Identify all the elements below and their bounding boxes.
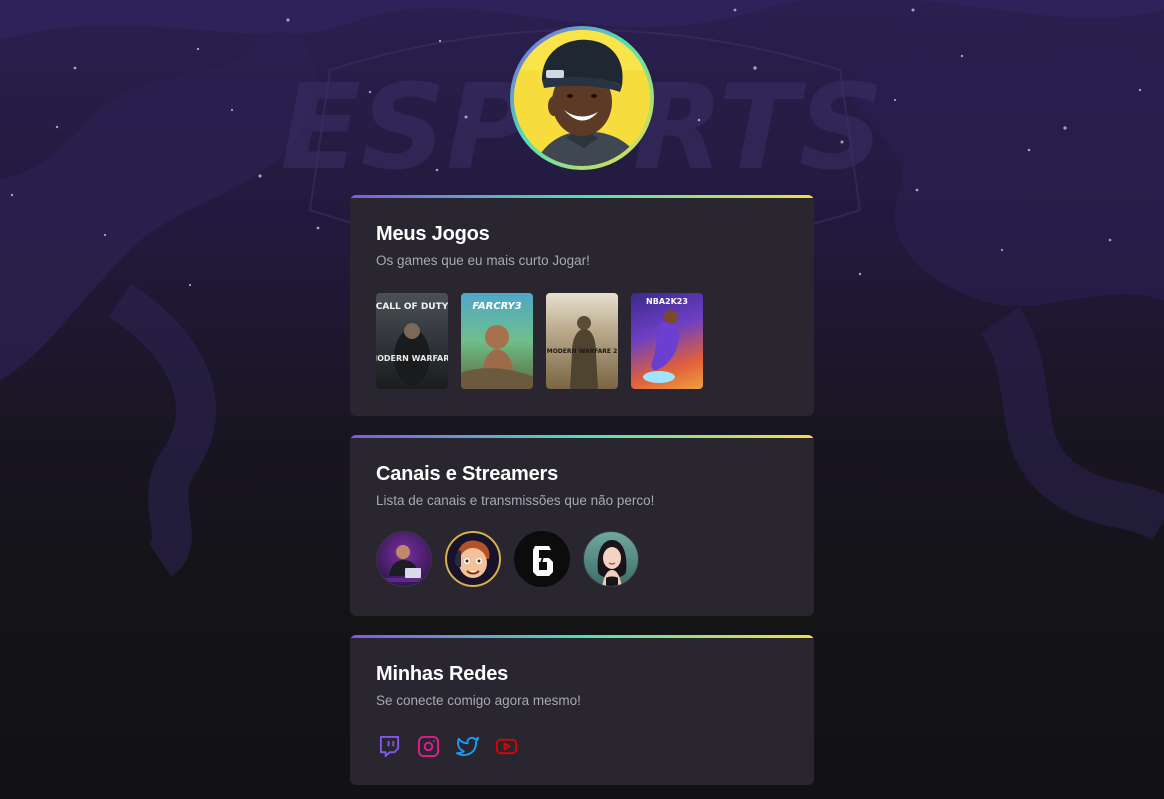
cod-cover-subtitle: MODERN WARFARE: [376, 354, 448, 363]
female-streamer-avatar-icon: [597, 540, 627, 586]
cod-mw-cover-icon: CALL OF DUTY MODERN WARFARE: [376, 302, 448, 385]
cod-mw2-cover-title: MODERN WARFARE 2: [547, 348, 618, 355]
youtube-icon: [495, 738, 518, 755]
twitter-icon: [456, 736, 479, 757]
cod-mw2-cover-icon: MODERN WARFARE 2: [547, 316, 618, 389]
twitter-link[interactable]: [456, 735, 479, 758]
nba2k23-cover-title: NBA2K23: [646, 297, 688, 306]
twitch-link[interactable]: [378, 735, 401, 758]
twitch-icon: [379, 735, 400, 758]
game-cover-farcry3[interactable]: FARCRY3: [461, 293, 533, 389]
channel-avatar-1[interactable]: [376, 531, 432, 587]
games-card: Meus Jogos Os games que eu mais curto Jo…: [350, 195, 814, 416]
games-card-title: Meus Jogos: [376, 223, 490, 245]
youtube-link[interactable]: [495, 735, 518, 758]
socials-card-subtitle: Se conecte comigo agora mesmo!: [376, 693, 581, 708]
channel-avatar-2[interactable]: [445, 531, 501, 587]
instagram-link[interactable]: [417, 735, 440, 758]
games-card-subtitle: Os games que eu mais curto Jogar!: [376, 253, 590, 268]
farcry3-cover-icon: FARCRY3: [461, 301, 533, 389]
games-list: CALL OF DUTY MODERN WARFARE FARCRY3 MODE…: [376, 293, 788, 389]
profile-photo-icon: [514, 30, 650, 166]
channel-avatar-4[interactable]: [583, 531, 639, 587]
rainbow-six-logo-icon: [516, 533, 569, 586]
game-cover-cod-mw[interactable]: CALL OF DUTY MODERN WARFARE: [376, 293, 448, 389]
nba2k23-cover-icon: NBA2K23: [643, 297, 688, 383]
cod-cover-title: CALL OF DUTY: [376, 302, 448, 312]
instagram-icon: [417, 735, 440, 758]
cartoon-streamer-avatar-icon: [455, 540, 490, 578]
channels-list: [376, 531, 788, 587]
profile-avatar-ring: [510, 26, 654, 170]
game-cover-cod-mw2[interactable]: MODERN WARFARE 2: [546, 293, 618, 389]
socials-card-title: Minhas Redes: [376, 663, 509, 685]
channels-card-title: Canais e Streamers: [376, 463, 559, 485]
game-cover-nba2k23[interactable]: NBA2K23: [631, 293, 703, 389]
channels-card: Canais e Streamers Lista de canais e tra…: [350, 435, 814, 616]
farcry3-cover-title: FARCRY3: [472, 301, 521, 312]
socials-card: Minhas Redes Se conecte comigo agora mes…: [350, 635, 814, 785]
social-links: [376, 735, 788, 758]
channel-avatar-3[interactable]: [514, 531, 570, 587]
channels-card-subtitle: Lista de canais e transmissões que não p…: [376, 493, 655, 508]
profile-avatar[interactable]: [514, 30, 650, 166]
streamer-desk-avatar-icon: [383, 545, 427, 582]
